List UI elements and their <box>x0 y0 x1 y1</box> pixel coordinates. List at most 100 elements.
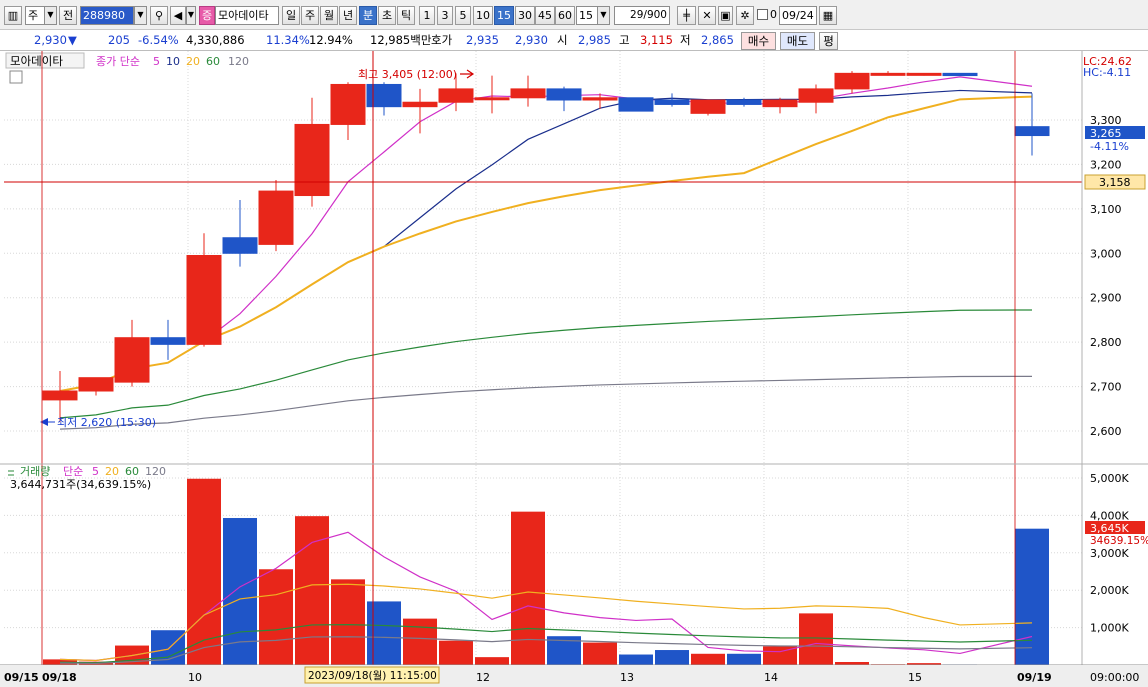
down-arrow-icon: ▼ <box>68 33 77 47</box>
current-volume-pct-text: 34639.15% <box>1090 535 1148 547</box>
save-icon[interactable]: ▣ <box>718 6 733 25</box>
evaluation-button[interactable]: 평 <box>819 32 838 50</box>
volume-bar <box>439 640 473 665</box>
data-count-field[interactable]: 29/900 <box>614 6 670 25</box>
candle-body <box>942 72 978 77</box>
chevron-down-icon[interactable]: ▼ <box>186 6 196 25</box>
x-label-13: 13 <box>620 671 634 684</box>
chart-layout-icon[interactable]: ▥ <box>4 6 22 25</box>
volume-ma-title: 단순 <box>63 465 83 478</box>
magnifier-icon[interactable]: ⚲ <box>150 6 168 25</box>
candle-body <box>726 99 762 105</box>
chevron-down-icon[interactable]: ▼ <box>44 6 57 25</box>
chevron-down-icon[interactable]: ▼ <box>134 6 147 25</box>
trade-volume: 4,330,886 <box>186 33 245 47</box>
vma60-legend: 60 <box>125 465 139 478</box>
candle-body <box>618 97 654 112</box>
volume-bar <box>223 518 257 665</box>
vma5-legend: 5 <box>92 465 99 478</box>
minute-5-button[interactable]: 5 <box>455 6 471 25</box>
minute-10-button[interactable]: 10 <box>473 6 493 25</box>
crosshair-icon[interactable]: ✕ <box>698 6 716 25</box>
date-field[interactable]: 09/24 <box>779 6 817 25</box>
candle-body <box>834 72 870 90</box>
sell-button[interactable]: 매도 <box>780 32 815 50</box>
price-tick-label: 3,000 <box>1090 247 1122 260</box>
volume-bar <box>583 642 617 665</box>
minute-3-button[interactable]: 3 <box>437 6 453 25</box>
gear-icon[interactable]: ✲ <box>736 6 754 25</box>
calendar-icon[interactable]: ▦ <box>819 6 837 25</box>
x-label-0915: 09/15 <box>4 671 39 684</box>
price-tick-label: 2,600 <box>1090 425 1122 438</box>
minute-60-button[interactable]: 60 <box>555 6 575 25</box>
candle-body <box>330 83 366 125</box>
stock-code-input[interactable]: 288980 <box>80 6 134 25</box>
candle-style-icon[interactable]: ╪ <box>677 6 696 25</box>
minute-45-button[interactable]: 45 <box>535 6 555 25</box>
period-button-second[interactable]: 초 <box>378 6 396 25</box>
count-current: 29 <box>630 9 644 21</box>
candle-body <box>582 97 618 101</box>
volume-bar <box>403 618 437 665</box>
candle-body <box>870 72 906 76</box>
buy-button[interactable]: 매수 <box>741 32 776 50</box>
high-label: 고 <box>619 33 630 47</box>
period-button-tick[interactable]: 틱 <box>397 6 415 25</box>
period-button-year[interactable]: 년 <box>339 6 357 25</box>
current-volume-tag-text: 3,645K <box>1090 522 1129 535</box>
chart-type-select[interactable]: 주 <box>25 6 45 25</box>
right-time-label: 09:00:00 <box>1090 671 1139 684</box>
minute-1-button[interactable]: 1 <box>419 6 435 25</box>
period-button-month[interactable]: 월 <box>320 6 338 25</box>
period-button-day[interactable]: 일 <box>282 6 300 25</box>
volume-bar <box>475 657 509 665</box>
crosshair-price-text: 3,158 <box>1099 176 1131 189</box>
volume-ratio-pct: 12.94% <box>309 33 353 47</box>
open-price: 2,985 <box>578 33 611 47</box>
candle-body <box>222 237 258 254</box>
volume-tick-label: 4,000K <box>1090 509 1129 522</box>
low-price: 2,865 <box>701 33 734 47</box>
hts-chart-window: ▥ 주 ▼ 전 288980 ▼ ⚲ ◀ ▼ 증 모아데이타 일 주 월 년 분… <box>0 0 1148 687</box>
volume-tick-label: 5,000K <box>1090 472 1129 485</box>
date-checkbox[interactable] <box>757 9 768 20</box>
minute-15-button[interactable]: 15 <box>494 6 514 25</box>
count-total: /900 <box>643 9 667 21</box>
candle-body <box>42 390 78 401</box>
volume-bar <box>295 516 329 665</box>
ask-price: 2,935 <box>466 33 499 47</box>
x-label-14: 14 <box>764 671 778 684</box>
chevron-down-icon[interactable]: ▼ <box>597 6 610 25</box>
ma60-legend: 60 <box>206 55 220 68</box>
volume-bar <box>619 654 653 665</box>
hc-value: HC:-4.11 <box>1083 66 1131 79</box>
x-label-0918: 09/18 <box>42 671 77 684</box>
stock-name-field[interactable]: 모아데이타 <box>215 6 279 25</box>
high-price: 3,115 <box>640 33 673 47</box>
price-tick-label: 3,300 <box>1090 114 1122 127</box>
price-tick-label: 2,700 <box>1090 381 1122 394</box>
minute-30-button[interactable]: 30 <box>515 6 535 25</box>
quote-bar: 2,930 ▼ 205 -6.54% 4,330,886 11.34% 12.9… <box>0 30 1148 51</box>
volume-bar <box>511 511 545 665</box>
volume-bar <box>727 653 761 665</box>
candle-body <box>546 88 582 101</box>
minute-select[interactable]: 15 <box>576 6 598 25</box>
grid-toggle-icon[interactable] <box>9 70 23 84</box>
period-button-week[interactable]: 주 <box>301 6 319 25</box>
period-button-minute[interactable]: 분 <box>359 6 377 25</box>
market-badge: 증 <box>199 6 215 25</box>
candle-body <box>690 99 726 114</box>
volume-bar <box>655 650 689 665</box>
open-label: 시 <box>557 33 568 47</box>
candlestick-chart[interactable]: 모아데이타 종가 단순 5 10 20 60 120 LC:24.62 HC:-… <box>0 51 1148 687</box>
volume-tick-label: 2,000K <box>1090 584 1129 597</box>
speaker-icon[interactable]: ◀ <box>170 6 186 25</box>
volume-title: 거래량 <box>20 465 50 478</box>
candle-body <box>294 123 330 197</box>
candle-body <box>114 337 150 383</box>
mode-button[interactable]: 전 <box>59 6 77 25</box>
volume-tick-label: 3,000K <box>1090 547 1129 560</box>
candle-body <box>798 88 834 103</box>
